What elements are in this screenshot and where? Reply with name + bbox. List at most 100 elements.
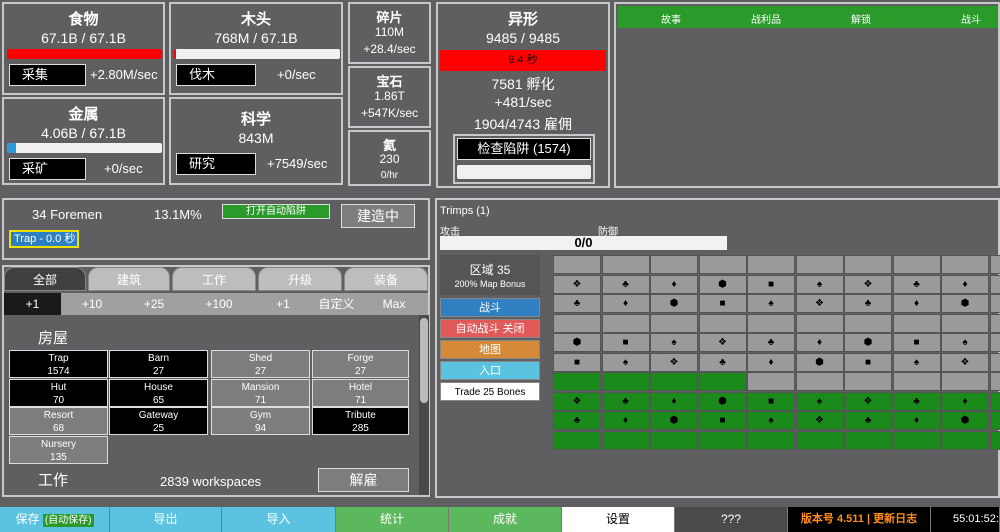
metal-panel: 金属 4.06B / 67.1B 采矿 +0/sec [2,97,165,185]
research-button[interactable]: 研究 [176,153,256,175]
chop-button[interactable]: 伐木 [176,64,256,86]
building-count: 65 [152,395,165,406]
version-link[interactable]: 版本号 4.511 | 更新日志 [788,507,931,532]
map-cell [747,255,795,274]
employed-count: 1904/4743 雇佣 [473,116,573,132]
building-name: Resort [43,410,74,421]
building-hut[interactable]: Hut 70 [9,379,108,407]
map-cell: ♦ [892,294,941,313]
map-cell [553,255,601,274]
stats-button[interactable]: 统计 [336,507,449,532]
queue-item-trap[interactable]: Trap - 0.0 秒 [9,230,79,248]
map-cell [601,313,650,333]
map-cell: ■ [747,391,795,411]
map-cell [844,372,892,391]
building-count: 27 [152,366,165,377]
map-cell [989,313,1000,333]
wood-rate: +0/sec [277,67,316,82]
amount-plus-100[interactable]: +100 [185,293,253,315]
log-tab-unlocks[interactable]: 解锁 [816,11,906,26]
map-cell [795,313,844,333]
map-cell [553,313,601,333]
map-cell [650,255,698,274]
autosave-badge[interactable]: (自动保存) [42,514,94,527]
helium-panel: 氦 230 0/hr [348,130,431,186]
import-button[interactable]: 导入 [222,507,336,532]
trade-bones-button[interactable]: Trade 25 Bones [440,382,540,401]
amount-custom[interactable]: 自定义 [313,293,360,315]
building-barn[interactable]: Barn 27 [109,350,208,378]
map-cell [795,372,844,391]
map-cell: ♦ [747,352,795,372]
amount-plus-10[interactable]: +10 [61,293,123,315]
tab-jobs[interactable]: 工作 [172,267,256,291]
amount-max[interactable]: Max [360,293,428,315]
building-nursery[interactable]: Nursery 135 [9,436,108,464]
map-cell: ❖ [553,274,601,294]
gather-button[interactable]: 采集 [9,64,86,86]
building-mansion[interactable]: Mansion 71 [211,379,310,407]
play-time: 55:01:52:5 [931,507,1000,532]
tab-buildings[interactable]: 建筑 [88,267,170,291]
amount-fire-1[interactable]: +1 [253,293,313,315]
fight-button[interactable]: 战斗 [440,298,540,317]
map-cell [650,430,698,450]
amount-plus-25[interactable]: +25 [123,293,185,315]
save-button[interactable]: 保存 (自动保存) [0,507,110,532]
auto-trap-button[interactable]: 打开自动陷阱 [222,204,330,219]
map-cell [892,430,941,450]
achievements-button[interactable]: 成就 [449,507,562,532]
tab-upgrades[interactable]: 升级 [258,267,342,291]
building-house[interactable]: House 65 [109,379,208,407]
battle-title: Trimps (1) [440,205,490,217]
building-resort[interactable]: Resort 68 [9,407,108,435]
housing-header: 房屋 [38,330,69,347]
building-name: Barn [147,353,170,364]
log-tab-story[interactable]: 故事 [626,11,716,26]
map-cell [989,255,1000,274]
building-tribute[interactable]: Tribute 285 [312,407,409,435]
map-cell [844,313,892,333]
trap-progress-bar [457,165,591,179]
check-traps-button[interactable]: 检查陷阱 (1574) [457,138,591,160]
log-tab-loot[interactable]: 战利品 [721,11,811,26]
map-cell: ■ [989,411,1000,430]
building-gateway[interactable]: Gateway 25 [109,407,208,435]
building-count: 27 [254,366,267,377]
amount-plus-1[interactable]: +1 [4,293,61,315]
log-tab-combat[interactable]: 战斗 [926,11,1000,26]
building-shed[interactable]: Shed 27 [211,350,310,378]
building-hotel[interactable]: Hotel 71 [312,379,409,407]
map-cell [941,255,989,274]
map-cell: ⬢ [698,274,747,294]
export-button[interactable]: 导出 [110,507,222,532]
build-queue-button[interactable]: 建造中 [341,204,415,228]
maps-button[interactable]: 地图 [440,340,540,359]
metal-amount: 4.06B / 67.1B [41,125,126,141]
foremen-count: 34 Foremen [32,207,103,222]
more-button[interactable]: ??? [675,507,788,532]
save-label: 保存 [15,512,40,526]
building-name: Trap [48,353,69,364]
map-cell: ❖ [844,274,892,294]
autofight-button[interactable]: 自动战斗 关闭 [440,319,540,338]
scrollbar-thumb[interactable] [420,318,428,403]
portal-button[interactable]: 入口 [440,361,540,380]
tab-equipment[interactable]: 装备 [344,267,428,291]
map-cell: ■ [601,333,650,352]
building-name: Gateway [138,410,179,421]
map-cell: ♣ [747,333,795,352]
building-trap[interactable]: Trap 1574 [9,350,108,378]
mine-button[interactable]: 采矿 [9,158,86,180]
building-name: Tribute [345,410,376,421]
food-title: 食物 [68,11,99,28]
building-gym[interactable]: Gym 94 [211,407,310,435]
map-cell: ⬢ [941,411,989,430]
map-cell: ❖ [989,333,1000,352]
breed-timer-bar: 9.4 秒 [440,50,606,71]
tab-all[interactable]: 全部 [4,267,86,291]
fire-button[interactable]: 解雇 [318,468,409,492]
building-forge[interactable]: Forge 27 [312,350,409,378]
building-name: Hut [50,382,67,393]
settings-button[interactable]: 设置 [562,507,675,532]
